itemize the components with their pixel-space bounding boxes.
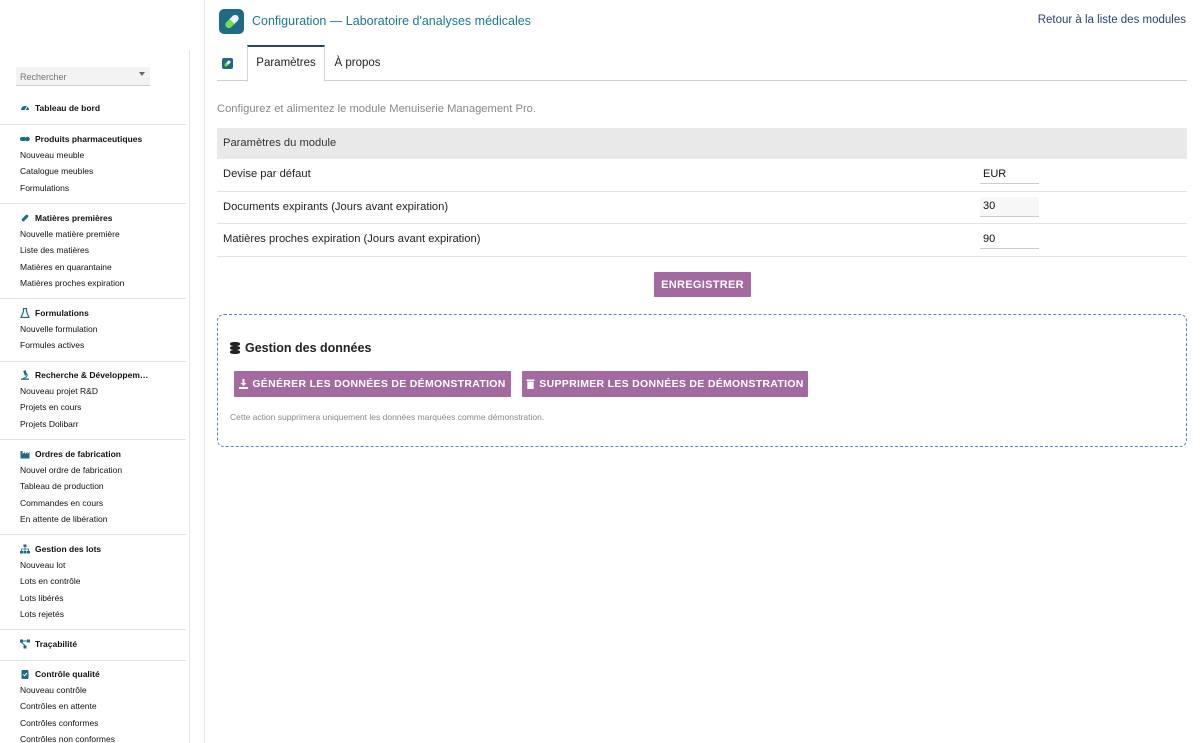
delete-demo-data-button[interactable]: SUPPRIMER LES DONNÉES DE DÉMONSTRATION [522,371,808,397]
menu-section-rnd: Recherche & Développem… Nouveau projet R… [0,367,186,440]
flask-icon [20,307,30,319]
pills-icon [20,134,30,144]
menu-item[interactable]: Catalogue meubles [0,163,186,179]
materials-expiration-days-field[interactable] [980,229,1039,249]
clipboard-check-icon [20,669,30,679]
menu-section-batches: Gestion des lots Nouveau lot Lots en con… [0,541,186,630]
settings-table: Paramètres du module Devise par défaut D… [217,128,1187,257]
project-diagram-icon [20,639,30,649]
capsule-icon [20,213,30,223]
menu-item[interactable]: En attente de libération [0,511,186,527]
setting-label: Matières proches expiration (Jours avant… [223,233,481,245]
menu-title[interactable]: Gestion des lots [0,541,186,557]
menu-item[interactable]: Matières proches expiration [0,275,186,291]
sitemap-icon [20,544,30,554]
menu-title[interactable]: Contrôle qualité [0,666,186,682]
module-logo-icon [219,9,244,34]
expiring-documents-days-field[interactable] [980,196,1039,217]
menu-item[interactable]: Matières en quarantaine [0,259,186,275]
menu-item[interactable]: Projets Dolibarr [0,416,186,432]
setting-row-materials-expiration: Matières proches expiration (Jours avant… [217,224,1187,257]
menu-item[interactable]: Formules actives [0,337,186,353]
sidebar: Tableau de bord Produits pharmaceutiques… [0,0,205,743]
download-icon [239,379,249,389]
sidebar-menu: Tableau de bord Produits pharmaceutiques… [0,50,190,743]
module-tab-icon [222,58,233,69]
trash-icon [526,379,535,389]
tab-bar: Paramètres À propos [217,45,1187,82]
industry-icon [20,449,30,459]
menu-item[interactable]: Contrôles non conformes [0,731,186,743]
tab-a-propos[interactable]: À propos [330,45,385,81]
intro-text: Configurez et alimentez le module Menuis… [217,103,537,115]
menu-item[interactable]: Lots rejetés [0,606,186,622]
menu-section-dashboard: Tableau de bord [0,100,186,125]
menu-section-traceability: Traçabilité [0,636,186,661]
menu-item[interactable]: Contrôles conformes [0,715,186,731]
menu-item[interactable]: Nouvelle matière première [0,226,186,242]
currency-field[interactable] [980,164,1039,184]
sidebar-search[interactable] [16,67,150,87]
data-management-panel: Gestion des données GÉNÉRER LES DONNÉES … [217,314,1187,447]
menu-title[interactable]: Ordres de fabrication [0,446,186,462]
search-input[interactable] [16,67,126,87]
menu-item[interactable]: Nouveau projet R&D [0,383,186,399]
menu-item[interactable]: Lots en contrôle [0,573,186,589]
setting-label: Devise par défaut [223,168,311,180]
data-management-note: Cette action supprimera uniquement les d… [230,412,545,422]
menu-item[interactable]: Formulations [0,180,186,196]
settings-header: Paramètres du module [217,128,1187,159]
back-to-modules-link[interactable]: Retour à la liste des modules [1038,14,1186,26]
menu-title[interactable]: Matières premières [0,210,186,226]
menu-item[interactable]: Nouveau contrôle [0,682,186,698]
menu-section-raw-materials: Matières premières Nouvelle matière prem… [0,210,186,299]
page-title: Configuration — Laboratoire d'analyses m… [252,14,531,28]
dashboard-icon [20,103,30,113]
menu-title[interactable]: Recherche & Développem… [0,367,186,383]
menu-title[interactable]: Tableau de bord [0,100,186,116]
setting-row-currency: Devise par défaut [217,159,1187,192]
setting-row-expiring-documents: Documents expirants (Jours avant expirat… [217,192,1187,224]
setting-label: Documents expirants (Jours avant expirat… [223,200,449,213]
menu-title[interactable]: Traçabilité [0,636,186,652]
menu-section-quality: Contrôle qualité Nouveau contrôle Contrô… [0,666,186,743]
tab-parametres[interactable]: Paramètres [247,45,325,82]
menu-item[interactable]: Nouveau meuble [0,147,186,163]
menu-item[interactable]: Projets en cours [0,399,186,415]
menu-item[interactable]: Contrôles en attente [0,698,186,714]
microscope-icon [20,370,30,380]
menu-section-manufacturing: Ordres de fabrication Nouvel ordre de fa… [0,446,186,535]
menu-title[interactable]: Formulations [0,305,186,321]
menu-item[interactable]: Commandes en cours [0,495,186,511]
save-button[interactable]: ENREGISTRER [654,272,751,297]
menu-item[interactable]: Liste des matières [0,242,186,258]
data-management-title: Gestion des données [230,341,371,355]
menu-title[interactable]: Produits pharmaceutiques [0,131,186,147]
menu-section-formulations: Formulations Nouvelle formulation Formul… [0,305,186,362]
database-icon [230,342,240,354]
menu-item[interactable]: Tableau de production [0,478,186,494]
menu-item[interactable]: Nouvelle formulation [0,321,186,337]
generate-demo-data-button[interactable]: GÉNÉRER LES DONNÉES DE DÉMONSTRATION [234,371,511,397]
menu-section-products: Produits pharmaceutiques Nouveau meuble … [0,131,186,204]
menu-item[interactable]: Nouvel ordre de fabrication [0,462,186,478]
menu-item[interactable]: Nouveau lot [0,557,186,573]
chevron-down-icon[interactable] [139,72,145,76]
menu-item[interactable]: Lots libérés [0,590,186,606]
